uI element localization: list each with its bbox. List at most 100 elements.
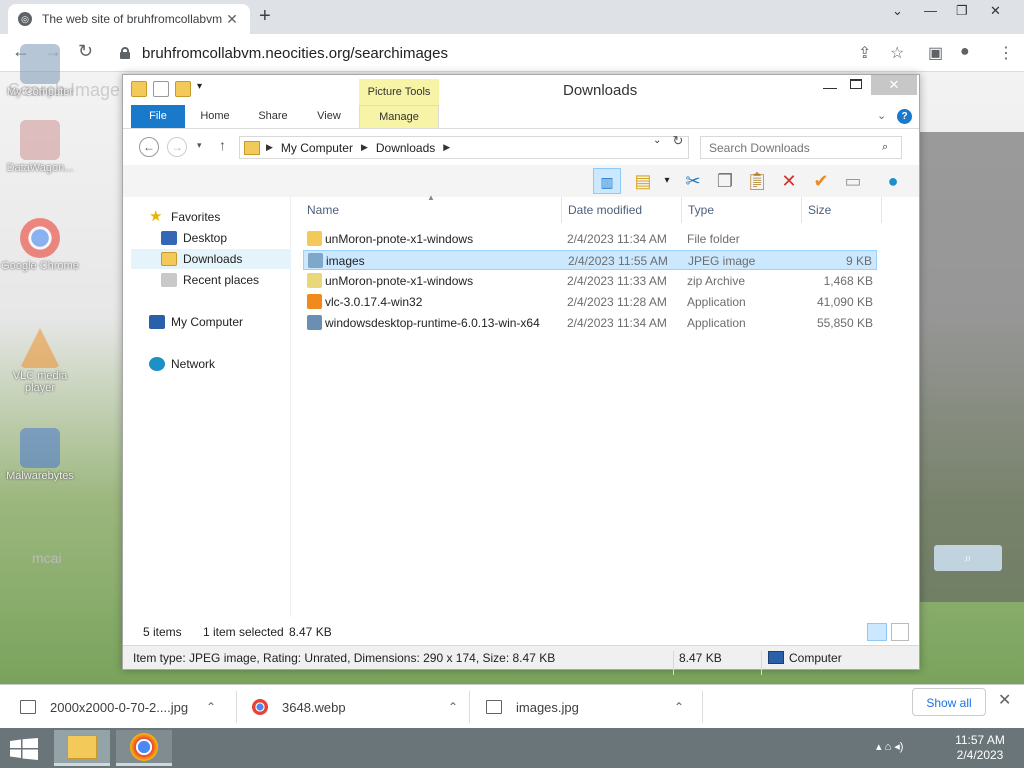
reload-icon[interactable]: ↻	[78, 41, 93, 62]
malwarebytes-icon	[20, 428, 60, 468]
new-tab-button[interactable]: +	[259, 5, 271, 28]
taskbar: ▴ ⌂ ◂) 11:57 AM 2/4/2023	[0, 728, 1024, 768]
system-tray-icons[interactable]: ▴ ⌂ ◂)	[876, 740, 903, 753]
tab-file[interactable]: File	[131, 105, 185, 128]
copy-icon[interactable]: ❐	[711, 168, 739, 194]
folder-icon[interactable]	[131, 81, 147, 97]
column-date-modified[interactable]: Date modified	[568, 203, 642, 217]
details-view-icon[interactable]	[867, 623, 887, 641]
share-icon[interactable]: ⇪	[858, 43, 871, 63]
minimize-icon[interactable]: —	[823, 79, 837, 95]
tab-share[interactable]: Share	[247, 105, 299, 128]
back-icon[interactable]: ←	[139, 137, 159, 157]
desktop-icon-datawagon[interactable]: DataWagon...	[0, 120, 80, 174]
tab-close-icon[interactable]: ✕	[224, 11, 240, 28]
nav-favorites[interactable]: ★ Favorites	[149, 207, 220, 227]
column-divider[interactable]	[801, 197, 802, 223]
download-item[interactable]: 3648.webp ⌃	[252, 685, 464, 729]
up-arrow-icon[interactable]: ↑	[219, 137, 226, 153]
column-type[interactable]: Type	[688, 203, 714, 217]
nav-my-computer[interactable]: My Computer	[149, 312, 243, 332]
checkmark-icon[interactable]: ✔	[807, 168, 835, 194]
file-type: JPEG image	[688, 254, 756, 268]
breadcrumb[interactable]: ▶ My Computer ▶ Downloads ▶	[239, 136, 689, 159]
breadcrumb-downloads[interactable]: Downloads	[376, 141, 435, 155]
breadcrumb-chevron-icon[interactable]: ▶	[361, 142, 368, 153]
refresh-icon[interactable]: ↻	[668, 133, 688, 149]
delete-icon[interactable]: ✕	[775, 168, 803, 194]
nav-network[interactable]: Network	[149, 354, 215, 374]
bookmark-star-icon[interactable]: ☆	[890, 43, 904, 63]
profile-icon[interactable]: ●	[960, 43, 970, 61]
column-name[interactable]: Name	[307, 203, 339, 217]
path-dropdown-chevron-icon[interactable]: ⌄	[653, 135, 661, 146]
chevron-down-icon[interactable]: ⌄	[877, 109, 886, 122]
windows-start-icon[interactable]	[10, 738, 38, 760]
column-size[interactable]: Size	[808, 203, 831, 217]
nav-downloads[interactable]: Downloads	[131, 249, 291, 269]
desktop-icon-my-computer[interactable]: My Computer	[0, 44, 80, 98]
file-row[interactable]: unMoron-pnote-x1-windows 2/4/2023 11:33 …	[303, 271, 877, 291]
tab-search-chevron-icon[interactable]: ⌄	[892, 3, 903, 19]
tab-manage[interactable]: Manage	[359, 105, 439, 128]
globe-icon[interactable]: ●	[879, 168, 907, 194]
restore-icon[interactable]: ❐	[956, 3, 968, 19]
breadcrumb-chevron-icon[interactable]: ▶	[443, 142, 450, 153]
search-input[interactable]	[700, 136, 902, 159]
chevron-down-icon[interactable]: ▾	[197, 81, 202, 97]
cut-icon[interactable]: ✂	[679, 168, 707, 194]
chevron-up-icon[interactable]: ⌃	[206, 700, 216, 714]
file-type: zip Archive	[687, 274, 746, 288]
close-icon[interactable]: ✕	[990, 3, 1001, 19]
close-shelf-icon[interactable]: ✕	[998, 690, 1011, 710]
tab-view[interactable]: View	[303, 105, 355, 128]
address-bar[interactable]: bruhfromcollabvm.neocities.org/searchima…	[108, 39, 878, 67]
file-row-selected[interactable]: images 2/4/2023 11:55 AM JPEG image 9 KB	[303, 250, 877, 270]
recent-locations-chevron-icon[interactable]: ▾	[197, 140, 202, 151]
close-button[interactable]: ✕	[871, 75, 917, 95]
desktop-icon-malwarebytes[interactable]: Malwarebytes	[0, 428, 80, 482]
picture-tools-label: Picture Tools	[359, 79, 439, 105]
chevron-up-icon[interactable]: ⌃	[674, 700, 684, 714]
clock[interactable]: 11:57 AM 2/4/2023	[940, 733, 1020, 763]
large-icons-view-icon[interactable]	[891, 623, 909, 641]
breadcrumb-my-computer[interactable]: My Computer	[281, 141, 353, 155]
column-divider[interactable]	[681, 197, 682, 223]
desktop-icon-chrome[interactable]: Google Chrome	[0, 218, 80, 272]
preview-pane-icon[interactable]: ▥	[593, 168, 621, 194]
tab-home[interactable]: Home	[189, 105, 241, 128]
file-row[interactable]: vlc-3.0.17.4-win32 2/4/2023 11:28 AM App…	[303, 292, 877, 312]
rename-icon[interactable]: ▭	[839, 168, 867, 194]
divider	[236, 691, 237, 723]
show-all-button[interactable]: Show all	[912, 688, 986, 716]
minimize-icon[interactable]: —	[924, 3, 937, 18]
side-panel-icon[interactable]: ▣	[928, 43, 943, 63]
download-item[interactable]: 2000x2000-0-70-2....jpg ⌃	[20, 685, 232, 729]
forward-icon[interactable]: →	[167, 137, 187, 157]
nav-recent-places[interactable]: Recent places	[161, 270, 259, 290]
image-file-icon	[308, 253, 323, 268]
taskbar-explorer-button[interactable]	[54, 730, 110, 766]
breadcrumb-chevron-icon[interactable]: ▶	[266, 142, 273, 153]
chevron-up-icon[interactable]: ⌃	[448, 700, 458, 714]
properties-icon[interactable]	[153, 81, 169, 97]
download-item[interactable]: images.jpg ⌃	[486, 685, 698, 729]
nav-desktop[interactable]: Desktop	[161, 228, 227, 248]
browser-toolbar: ← → ↻ bruhfromcollabvm.neocities.org/sea…	[0, 34, 1024, 72]
file-row[interactable]: windowsdesktop-runtime-6.0.13-win-x64 2/…	[303, 313, 877, 333]
taskbar-chrome-button[interactable]	[116, 730, 172, 766]
file-row[interactable]: unMoron-pnote-x1-windows 2/4/2023 11:34 …	[303, 229, 877, 249]
page-search-button[interactable]: ⌕	[934, 545, 1002, 571]
file-size: 9 KB	[845, 254, 872, 268]
chevron-down-icon[interactable]: ▾	[653, 168, 681, 194]
column-divider[interactable]	[561, 197, 562, 223]
column-divider[interactable]	[881, 197, 882, 223]
menu-kebab-icon[interactable]: ⋮	[998, 43, 1014, 63]
search-icon: ⌕	[882, 141, 889, 153]
browser-tab[interactable]: ◎ The web site of bruhfromcollabvm ✕	[8, 4, 250, 34]
help-icon[interactable]: ?	[897, 109, 912, 124]
paste-icon[interactable]: 📋︎	[743, 168, 771, 194]
maximize-icon[interactable]	[850, 79, 862, 89]
desktop-icon-vlc[interactable]: VLC media player	[0, 328, 80, 394]
new-folder-icon[interactable]	[175, 81, 191, 97]
